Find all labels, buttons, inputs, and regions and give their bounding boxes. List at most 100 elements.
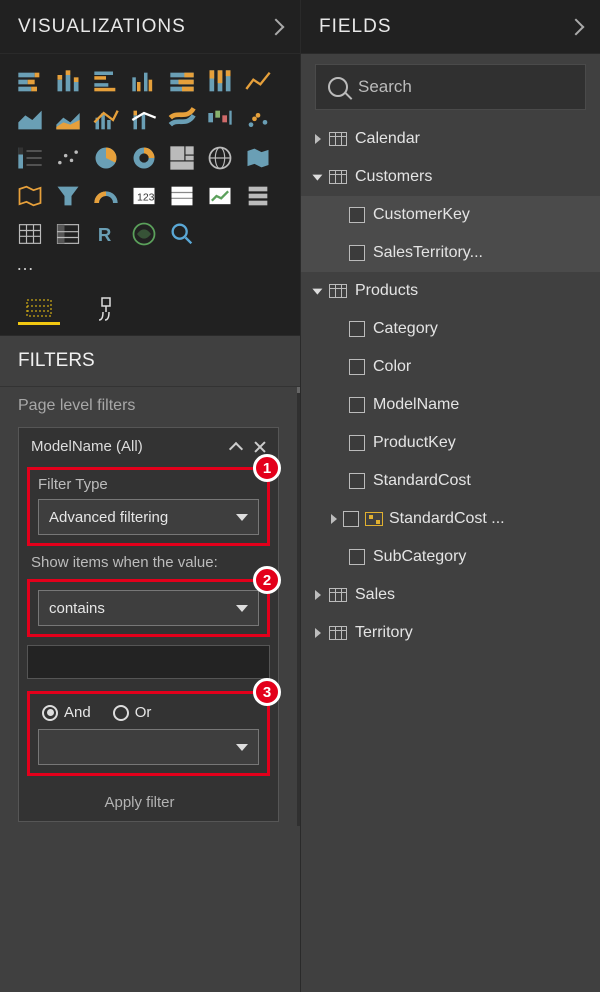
fields-pane: FIELDS Search Calendar Customers Custome…	[300, 0, 600, 992]
viz-scatter-icon[interactable]	[242, 104, 274, 136]
field-row-salesterritory[interactable]: SalesTerritory...	[301, 234, 600, 272]
field-label: Category	[373, 320, 438, 338]
apply-filter-link[interactable]: Apply filter	[19, 784, 260, 811]
viz-matrix-icon[interactable]	[52, 218, 84, 250]
viz-shape-map-icon[interactable]	[14, 180, 46, 212]
table-icon	[329, 588, 347, 602]
field-row-productkey[interactable]: ProductKey	[301, 424, 600, 462]
viz-treemap-icon[interactable]	[166, 142, 198, 174]
viz-line-icon[interactable]	[242, 66, 274, 98]
field-label: CustomerKey	[373, 206, 470, 224]
filter-card-modelname: ModelName (All) 1 Filter Type Advanced f…	[18, 427, 279, 822]
viz-100-bar-icon[interactable]	[166, 66, 198, 98]
table-label: Products	[355, 282, 418, 300]
table-label: Sales	[355, 586, 395, 604]
viz-dots-icon[interactable]	[52, 142, 84, 174]
tab-fields-icon[interactable]	[18, 293, 60, 325]
field-row-color[interactable]: Color	[301, 348, 600, 386]
fields-search-input[interactable]: Search	[315, 64, 586, 110]
radio-or[interactable]: Or	[113, 704, 152, 721]
collapse-filter-icon[interactable]	[228, 439, 244, 455]
tab-format-icon[interactable]	[84, 293, 126, 325]
filters-body: Page level filters ModelName (All) 1 Fil…	[0, 387, 300, 826]
checkbox-icon[interactable]	[349, 207, 365, 223]
visualizations-header: VISUALIZATIONS	[0, 0, 300, 54]
viz-pie-icon[interactable]	[90, 142, 122, 174]
viz-more-icon[interactable]: …	[14, 250, 286, 277]
field-row-standardcost-hier[interactable]: StandardCost ...	[301, 500, 600, 538]
field-row-category[interactable]: Category	[301, 310, 600, 348]
field-row-modelname[interactable]: ModelName	[301, 386, 600, 424]
viz-map-icon[interactable]	[204, 142, 236, 174]
collapse-fields-icon[interactable]	[570, 17, 582, 37]
table-row-products[interactable]: Products	[301, 272, 600, 310]
viz-donut-icon[interactable]	[128, 142, 160, 174]
viz-stacked-bar-icon[interactable]	[14, 66, 46, 98]
field-row-customerkey[interactable]: CustomerKey	[301, 196, 600, 234]
hierarchy-icon	[365, 512, 383, 526]
field-label: ProductKey	[373, 434, 456, 452]
viz-table-icon[interactable]	[14, 218, 46, 250]
viz-line-clustered-icon[interactable]	[90, 104, 122, 136]
table-row-sales[interactable]: Sales	[301, 576, 600, 614]
field-row-subcategory[interactable]: SubCategory	[301, 538, 600, 576]
viz-area-icon[interactable]	[14, 104, 46, 136]
table-row-customers[interactable]: Customers	[301, 158, 600, 196]
field-label: Color	[373, 358, 411, 376]
checkbox-icon[interactable]	[349, 245, 365, 261]
viz-card-icon[interactable]: 123	[128, 180, 160, 212]
checkbox-icon[interactable]	[343, 511, 359, 527]
viz-funnel-icon[interactable]	[14, 142, 46, 174]
callout-box-1: 1 Filter Type Advanced filtering	[27, 467, 270, 546]
page-level-filters-label: Page level filters	[18, 397, 297, 415]
viz-slicer-icon[interactable]	[242, 180, 274, 212]
viz-funnel2-icon[interactable]	[52, 180, 84, 212]
remove-filter-icon[interactable]	[252, 439, 268, 455]
viz-kpi-icon[interactable]	[204, 180, 236, 212]
viz-clustered-column-icon[interactable]	[128, 66, 160, 98]
radio-or-label: Or	[135, 704, 152, 721]
checkbox-icon[interactable]	[349, 435, 365, 451]
logic-radio-group: And Or	[38, 700, 259, 729]
viz-multi-card-icon[interactable]	[166, 180, 198, 212]
expand-icon	[315, 134, 321, 144]
condition1-select[interactable]: contains	[38, 590, 259, 626]
viz-tab-strip	[0, 285, 300, 336]
filter-type-select[interactable]: Advanced filtering	[38, 499, 259, 535]
visualizations-title: VISUALIZATIONS	[18, 16, 186, 38]
filter-card-header[interactable]: ModelName (All)	[19, 428, 278, 463]
checkbox-icon[interactable]	[349, 397, 365, 413]
viz-clustered-bar-icon[interactable]	[90, 66, 122, 98]
viz-filled-map-icon[interactable]	[242, 142, 274, 174]
collapse-visualizations-icon[interactable]	[270, 17, 282, 37]
viz-stacked-area-icon[interactable]	[52, 104, 84, 136]
viz-ribbon-icon[interactable]	[166, 104, 198, 136]
condition1-text-input[interactable]	[27, 645, 270, 679]
viz-line-stacked-icon[interactable]	[128, 104, 160, 136]
checkbox-icon[interactable]	[349, 473, 365, 489]
dropdown-caret-icon	[236, 605, 248, 612]
checkbox-icon[interactable]	[349, 359, 365, 375]
field-label: SalesTerritory...	[373, 244, 483, 262]
table-label: Territory	[355, 624, 413, 642]
viz-gauge-icon[interactable]	[90, 180, 122, 212]
checkbox-icon[interactable]	[349, 549, 365, 565]
checkbox-icon[interactable]	[349, 321, 365, 337]
viz-icon-grid: 123 R	[14, 66, 286, 250]
condition2-select[interactable]	[38, 729, 259, 765]
viz-waterfall-icon[interactable]	[204, 104, 236, 136]
viz-100-column-icon[interactable]	[204, 66, 236, 98]
viz-python-icon[interactable]	[128, 218, 160, 250]
viz-r-visual-icon[interactable]: R	[90, 218, 122, 250]
fields-title: FIELDS	[319, 16, 392, 38]
fields-header: FIELDS	[301, 0, 600, 54]
table-icon	[329, 284, 347, 298]
scrollbar-thumb[interactable]	[297, 387, 300, 393]
table-row-territory[interactable]: Territory	[301, 614, 600, 652]
radio-and[interactable]: And	[42, 704, 91, 721]
viz-stacked-column-icon[interactable]	[52, 66, 84, 98]
table-row-calendar[interactable]: Calendar	[301, 120, 600, 158]
field-row-standardcost[interactable]: StandardCost	[301, 462, 600, 500]
search-icon	[328, 77, 348, 97]
viz-search-visual-icon[interactable]	[166, 218, 198, 250]
